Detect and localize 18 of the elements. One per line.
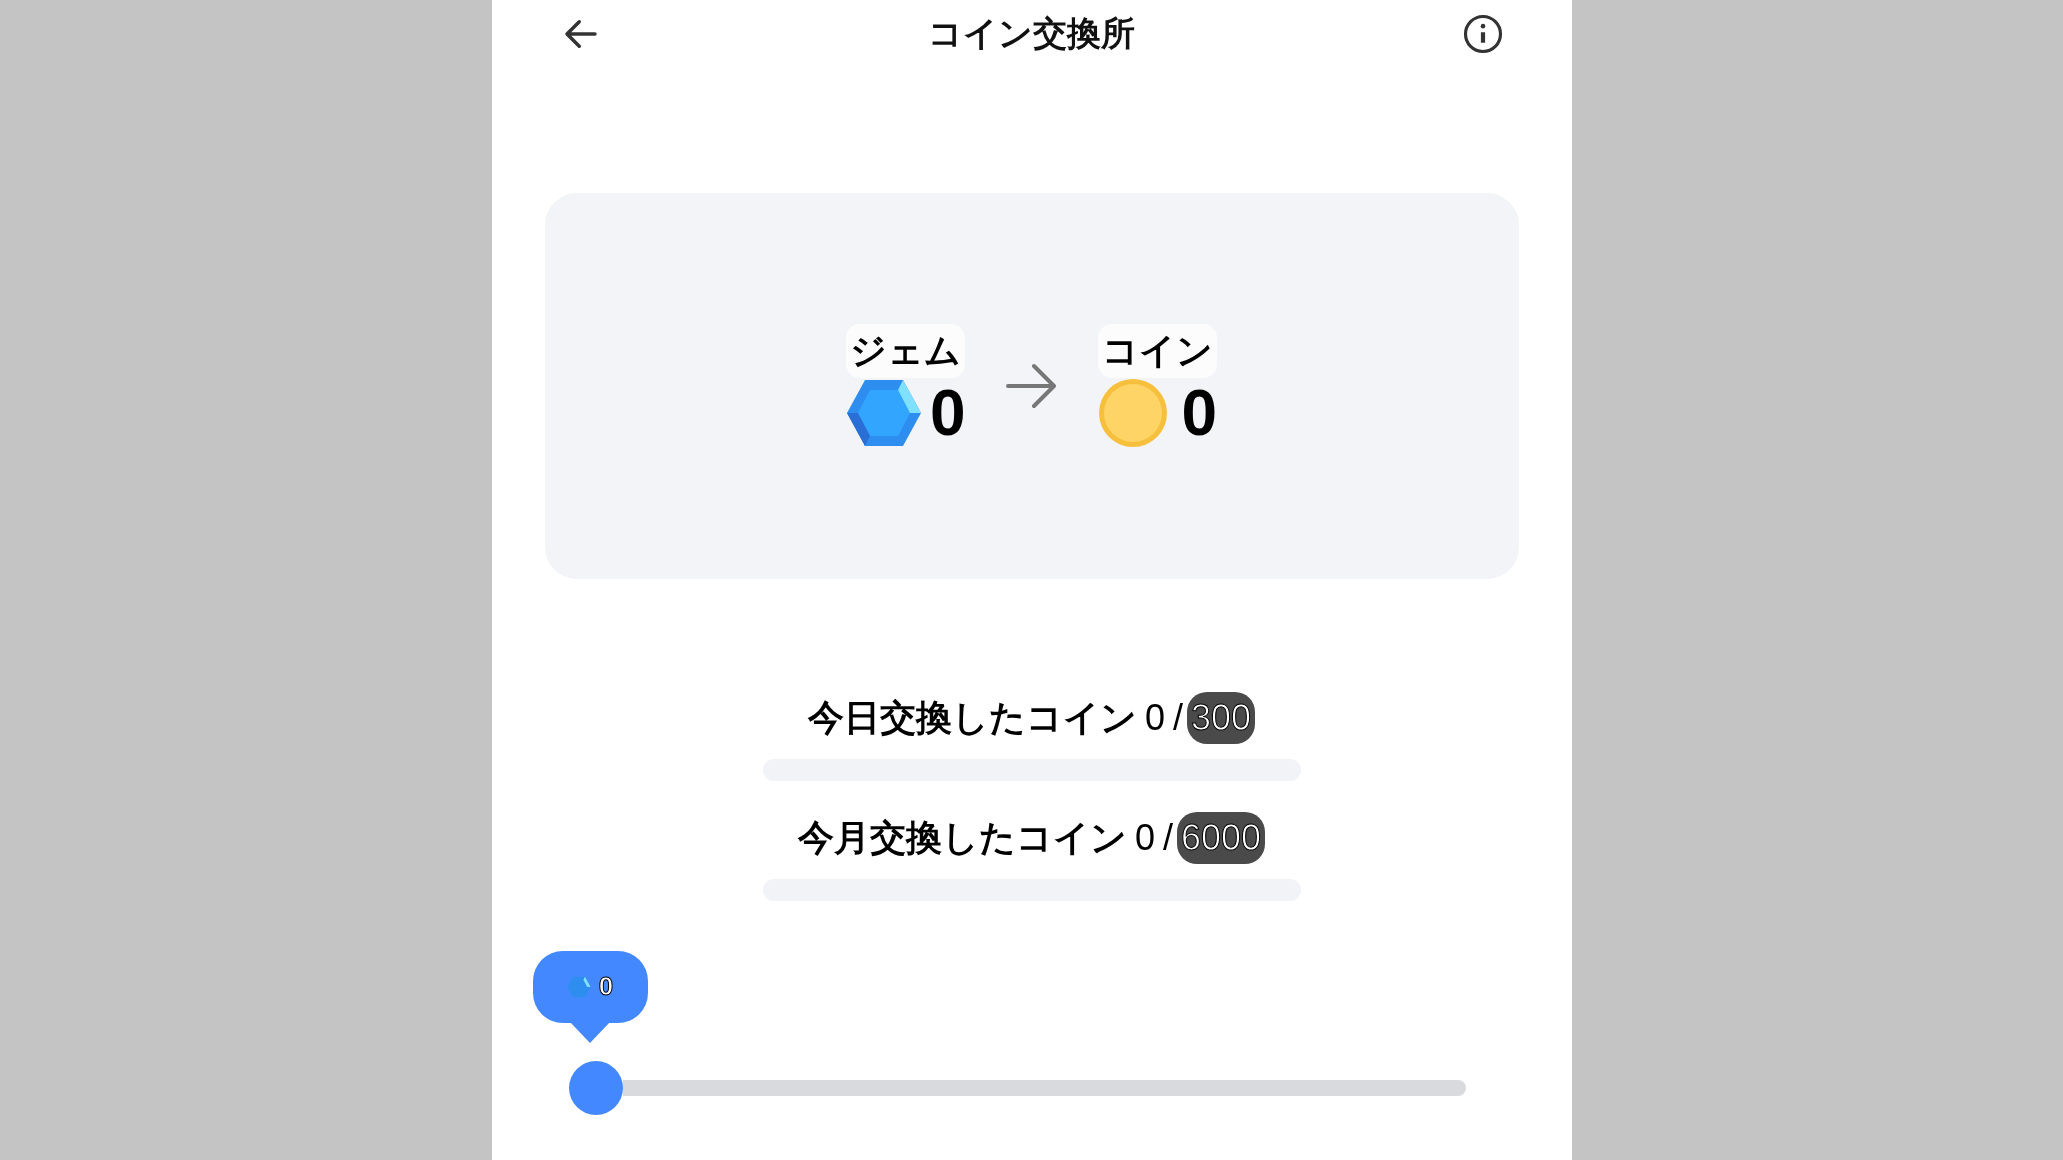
gem-icon [566,975,591,998]
info-icon[interactable] [1461,12,1504,55]
exchanged-count: 0 [1144,695,1165,740]
gem-amount: 0 [929,381,966,446]
limit-value: 6000 [1176,811,1266,864]
coin-amount: 0 [1181,381,1218,446]
tooltip-value: 0 [598,970,614,1004]
page-title: コイン交換所 [928,13,1135,55]
exchanged-count: 0 [1134,815,1155,860]
coin-label: コイン [1097,324,1217,379]
gem-label: ジェム [846,324,966,379]
slash-separator: / [1172,695,1183,740]
coin-icon [1097,378,1168,449]
limit-value: 300 [1187,691,1256,744]
limit-label: 今月交換したコイン [797,815,1127,860]
slash-separator: / [1162,815,1173,860]
limit-label: 今日交換したコイン [807,695,1137,740]
gem-icon [845,378,922,449]
